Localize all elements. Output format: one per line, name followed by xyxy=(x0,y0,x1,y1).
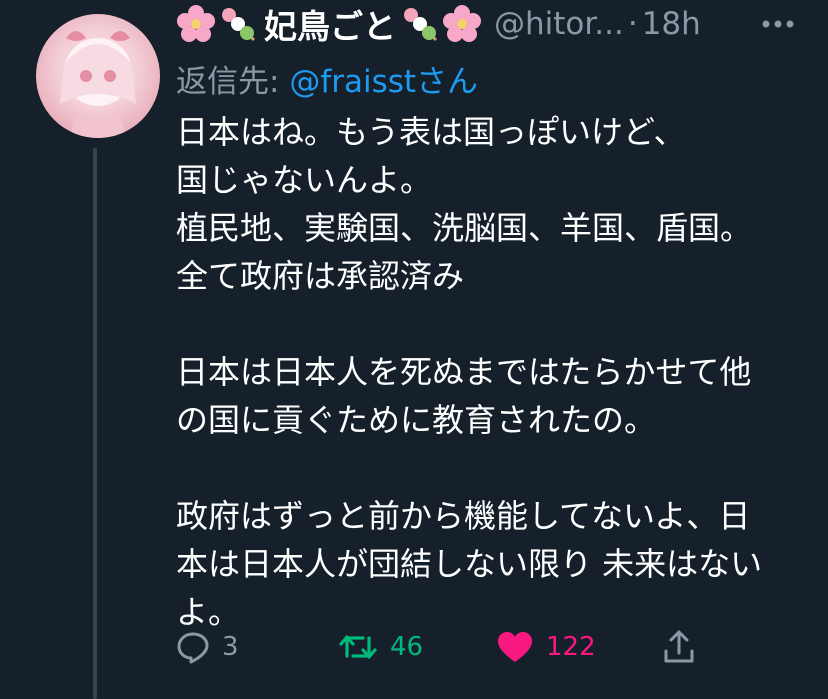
timestamp[interactable]: 18h xyxy=(642,6,701,42)
tweet-line: 全て政府は承認済み xyxy=(176,257,465,295)
retweet-icon xyxy=(339,635,377,659)
separator-dot: · xyxy=(627,6,638,42)
tweet-line: 国じゃないんよ。 xyxy=(176,161,433,199)
tweet-line: の国に貢ぐために教育されたの。 xyxy=(176,401,657,439)
share-button[interactable] xyxy=(662,622,696,672)
reply-to-line: 返信先: @fraisstさん xyxy=(176,56,478,101)
retweet-button[interactable]: 46 xyxy=(338,622,423,672)
tweet-line: 本は日本人が団結しない限り 未来はない xyxy=(176,545,763,583)
reply-to-label: 返信先: xyxy=(176,64,280,100)
cherry-blossom-icon xyxy=(443,5,481,42)
avatar[interactable] xyxy=(36,14,160,138)
reply-to-mention[interactable]: @fraisst xyxy=(289,64,416,100)
tweet-line: 日本はね。もう表は国っぽいけど、 xyxy=(176,113,686,151)
display-name[interactable]: 妃鳥ごと xyxy=(264,0,396,48)
heart-icon xyxy=(498,632,532,662)
like-count: 122 xyxy=(546,632,596,662)
tweet-header: 妃鳥ごと @hitor... · 18h xyxy=(176,2,701,46)
action-bar: 3 46 122 xyxy=(176,622,796,672)
retweet-count: 46 xyxy=(390,632,424,662)
more-horizontal-icon[interactable] xyxy=(758,8,798,40)
dango-icon xyxy=(222,8,256,42)
tweet-text: 日本はね。もう表は国っぽいけど、 国じゃないんよ。 植民地、実験国、洗脳国、羊国… xyxy=(176,108,796,636)
reply-count: 3 xyxy=(222,632,239,662)
reply-to-suffix[interactable]: さん xyxy=(416,64,478,100)
thread-line xyxy=(93,148,97,699)
cherry-blossom-icon xyxy=(177,5,215,42)
like-button[interactable]: 122 xyxy=(496,622,596,672)
user-handle[interactable]: @hitor... xyxy=(494,6,624,42)
tweet-line: 植民地、実験国、洗脳国、羊国、盾国。 xyxy=(176,209,753,247)
tweet-line: 政府はずっと前から機能してないよ、日 xyxy=(176,497,751,535)
reply-button[interactable]: 3 xyxy=(176,622,239,672)
reply-icon xyxy=(177,632,209,664)
share-icon xyxy=(664,630,694,663)
tweet-line: 日本は日本人を死ぬまではたらかせて他 xyxy=(176,353,752,391)
avatar-illustration xyxy=(60,31,136,138)
dango-icon xyxy=(404,8,438,42)
